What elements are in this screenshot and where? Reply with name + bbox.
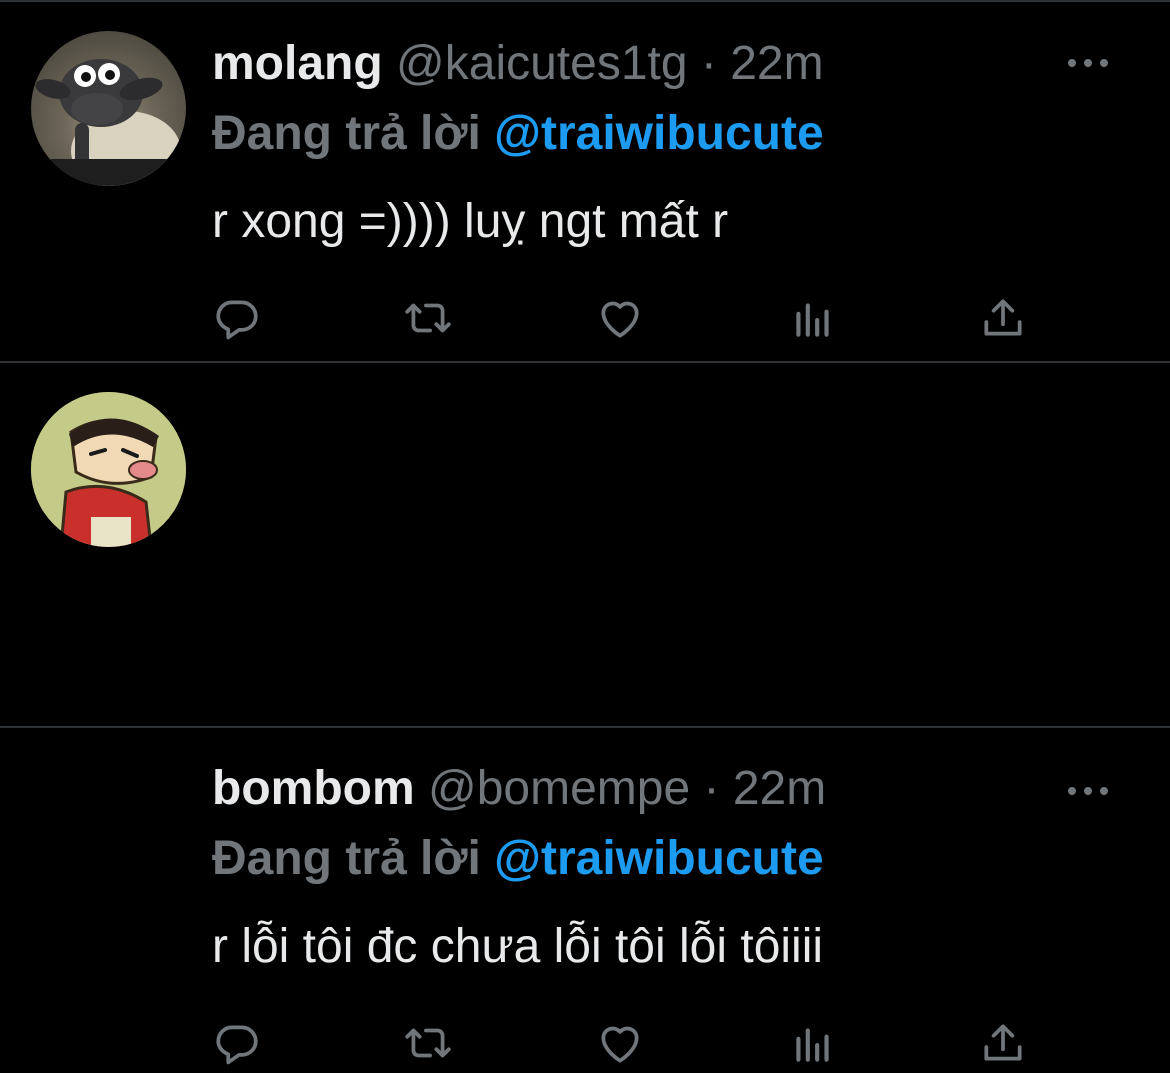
- retweet-button[interactable]: [400, 288, 456, 348]
- share-icon: [984, 1024, 1022, 1061]
- user-handle[interactable]: @kaicutes1tg: [396, 37, 688, 90]
- views-button[interactable]: [785, 288, 841, 348]
- separator-dot: ·: [700, 37, 717, 90]
- share-icon: [984, 299, 1022, 336]
- tweet-text: r xong =)))) luỵ ngt mất r: [212, 195, 729, 248]
- heart-icon: [601, 1026, 639, 1063]
- mention-link[interactable]: @traiwibucute: [494, 107, 824, 160]
- avatar[interactable]: [31, 392, 186, 547]
- tweet-text: r lỗi tôi đc chưa lỗi tôi lỗi tôiiii: [212, 920, 824, 973]
- user-handle[interactable]: @bomempe: [428, 762, 690, 815]
- timestamp[interactable]: 22m: [733, 762, 826, 815]
- views-button[interactable]: [785, 1013, 841, 1073]
- reply-button[interactable]: [209, 288, 265, 348]
- avatar[interactable]: [31, 31, 186, 186]
- replying-to: Đang trả lời @traiwibucute: [212, 827, 824, 891]
- separator-dot: ·: [703, 762, 720, 815]
- cartoon-boy-avatar-image: [31, 392, 186, 547]
- like-button[interactable]: [592, 288, 648, 348]
- heart-icon: [601, 301, 639, 338]
- replying-to-label: Đang trả lời: [212, 107, 481, 160]
- mention-link[interactable]: @traiwibucute: [494, 832, 824, 885]
- action-bar: [0, 1013, 1170, 1073]
- reply-icon: [216, 300, 258, 340]
- share-button[interactable]: [975, 288, 1031, 348]
- reply-icon: [216, 1025, 258, 1065]
- retweet-icon: [405, 303, 451, 333]
- like-button[interactable]: [592, 1013, 648, 1073]
- tweet-header: molang @kaicutes1tg · 22m: [212, 32, 824, 96]
- action-bar: [0, 288, 1170, 348]
- more-icon[interactable]: [1068, 785, 1108, 797]
- replying-to-label: Đang trả lời: [212, 832, 481, 885]
- timestamp[interactable]: 22m: [730, 37, 823, 90]
- tweet[interactable]: bombom @bomempe · 22m Đang trả lời @trai…: [0, 365, 1170, 1065]
- replying-to: Đang trả lời @traiwibucute: [212, 102, 824, 166]
- sheep-avatar-image: [35, 59, 181, 186]
- display-name[interactable]: molang: [212, 37, 383, 90]
- share-button[interactable]: [975, 1013, 1031, 1073]
- views-icon: [796, 303, 829, 337]
- tweet-header: bombom @bomempe · 22m: [212, 757, 826, 821]
- more-icon[interactable]: [1068, 57, 1108, 69]
- display-name[interactable]: bombom: [212, 762, 415, 815]
- tweet[interactable]: molang @kaicutes1tg · 22m Đang trả lời @…: [0, 0, 1170, 363]
- retweet-icon: [405, 1028, 451, 1058]
- reply-button[interactable]: [209, 1013, 265, 1073]
- views-icon: [796, 1028, 829, 1062]
- retweet-button[interactable]: [400, 1013, 456, 1073]
